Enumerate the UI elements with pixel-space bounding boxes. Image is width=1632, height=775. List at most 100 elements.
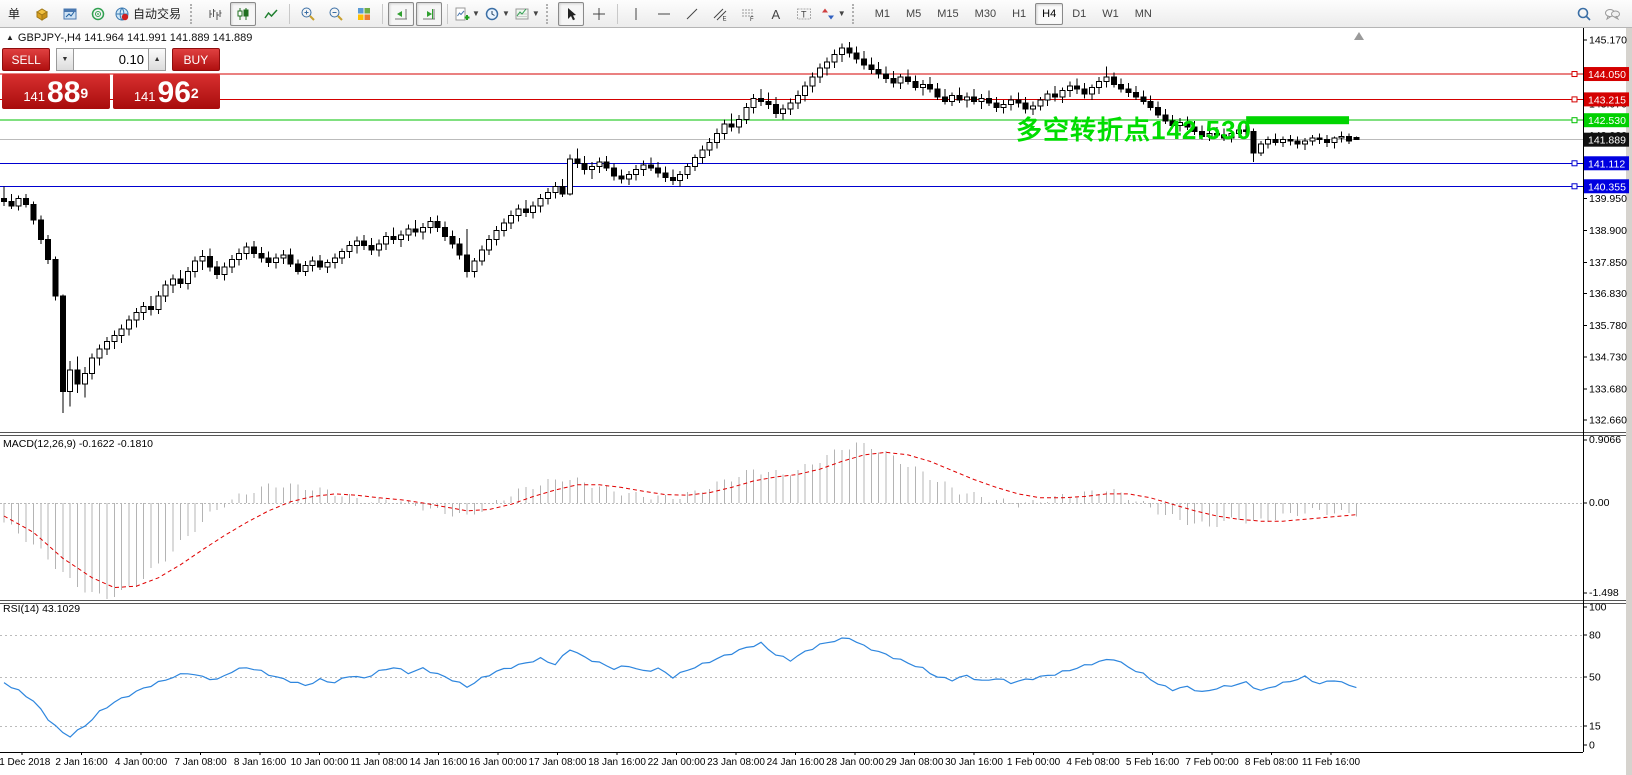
crosshair-button[interactable] xyxy=(586,2,612,26)
time-axis-label: 16 Jan 00:00 xyxy=(469,757,527,768)
one-click-trade-panel: SELL ▼ ▲ BUY 141 88 9 141 96 2 xyxy=(2,48,220,109)
volume-input[interactable] xyxy=(74,48,148,71)
periods-icon xyxy=(484,6,500,22)
chevron-down-icon: ▼ xyxy=(502,9,510,18)
vertical-line-button[interactable] xyxy=(623,2,649,26)
order-cube-button[interactable] xyxy=(29,2,55,26)
navigator-button[interactable] xyxy=(85,2,111,26)
candle-bull xyxy=(185,271,190,283)
tile-windows-icon xyxy=(356,6,372,22)
new-order-button-partial[interactable]: 单 xyxy=(1,2,27,26)
candle-bear xyxy=(1119,85,1124,90)
candle-bear xyxy=(957,95,962,100)
periods-button[interactable]: ▼ xyxy=(483,2,511,26)
price-tick-label: 139.950 xyxy=(1589,193,1627,205)
timeframe-button-d1[interactable]: D1 xyxy=(1065,3,1093,25)
candle-bull xyxy=(494,230,499,239)
candle-bull xyxy=(737,120,742,128)
ask-price-sup: 2 xyxy=(191,74,199,112)
trendline-button[interactable] xyxy=(679,2,705,26)
chart-shift-button[interactable] xyxy=(416,2,442,26)
timeframe-button-w1[interactable]: W1 xyxy=(1095,3,1126,25)
level-handle[interactable] xyxy=(1572,118,1577,123)
arrows-button[interactable]: ▼ xyxy=(819,2,847,26)
indicators-icon xyxy=(454,6,470,22)
level-handle[interactable] xyxy=(1572,161,1577,166)
candle-bear xyxy=(1288,139,1293,141)
candle-bear xyxy=(928,85,933,90)
toolbar-separator xyxy=(382,4,383,24)
timeframe-button-m30[interactable]: M30 xyxy=(968,3,1003,25)
candle-bear xyxy=(1141,97,1146,102)
candle-bull xyxy=(979,98,984,101)
vline-icon xyxy=(628,6,644,22)
candle-bear xyxy=(670,177,675,180)
chart-shift-marker[interactable] xyxy=(1354,32,1364,40)
time-axis-label: 7 Jan 08:00 xyxy=(174,757,227,768)
autotrading-button[interactable]: 自动交易 xyxy=(113,2,185,26)
timeframe-button-mn[interactable]: MN xyxy=(1128,3,1159,25)
horizontal-line-button[interactable] xyxy=(651,2,677,26)
candle-bull xyxy=(538,199,543,207)
buy-button[interactable]: BUY xyxy=(172,48,220,71)
ask-price-box[interactable]: 141 96 2 xyxy=(113,74,221,109)
price-tick-label: 133.680 xyxy=(1589,384,1627,396)
timeframe-button-m5[interactable]: M5 xyxy=(899,3,928,25)
cursor-button[interactable] xyxy=(558,2,584,26)
bid-price-box[interactable]: 141 88 9 xyxy=(2,74,110,109)
candle-bull xyxy=(567,159,572,194)
timeframe-button-m15[interactable]: M15 xyxy=(930,3,965,25)
candle-bull xyxy=(16,199,21,207)
timeframe-button-h4[interactable]: H4 xyxy=(1035,3,1063,25)
price-tick-label: 136.830 xyxy=(1589,288,1627,300)
volume-decrease-button[interactable]: ▼ xyxy=(56,48,74,71)
chart-canvas[interactable]: 145.170144.120143.070142.020141.000139.9… xyxy=(0,0,1632,775)
sell-button[interactable]: SELL xyxy=(2,48,50,71)
fibo-icon: F xyxy=(740,6,756,22)
candle-bear xyxy=(24,199,29,205)
market-watch-icon xyxy=(62,6,78,22)
candle-bear xyxy=(884,74,889,79)
chart-candles-button[interactable] xyxy=(230,2,256,26)
candle-bull xyxy=(163,285,168,296)
candle-bear xyxy=(443,227,448,236)
indicators-button[interactable]: ▼ xyxy=(453,2,481,26)
candle-bull xyxy=(964,97,969,100)
candle-bear xyxy=(847,48,852,53)
zoom-in-button[interactable] xyxy=(295,2,321,26)
text-label-button[interactable]: T xyxy=(791,2,817,26)
market-watch-button[interactable] xyxy=(57,2,83,26)
candle-bear xyxy=(53,259,58,295)
hline-icon xyxy=(656,6,672,22)
text-button[interactable]: A xyxy=(763,2,789,26)
volume-increase-button[interactable]: ▲ xyxy=(148,48,166,71)
level-handle[interactable] xyxy=(1572,184,1577,189)
autoscroll-button[interactable] xyxy=(388,2,414,26)
time-axis-label: 11 Feb 16:00 xyxy=(1302,757,1361,768)
candle-bull xyxy=(692,158,697,167)
fibonacci-button[interactable]: F xyxy=(735,2,761,26)
chart-bars-button[interactable] xyxy=(202,2,228,26)
timeframe-button-m1[interactable]: M1 xyxy=(868,3,897,25)
level-handle[interactable] xyxy=(1572,97,1577,102)
chart-line-button[interactable] xyxy=(258,2,284,26)
macd-label: MACD(12,26,9) -0.1622 -0.1810 xyxy=(3,438,153,450)
candle-bull xyxy=(119,329,124,335)
candle-bull xyxy=(1060,91,1065,97)
chart-candles-icon xyxy=(235,6,251,22)
candle-bull xyxy=(641,165,646,170)
level-handle[interactable] xyxy=(1572,72,1577,77)
zoom-out-button[interactable] xyxy=(323,2,349,26)
chat-button[interactable] xyxy=(1599,2,1625,26)
search-button[interactable] xyxy=(1571,2,1597,26)
time-axis-label: 14 Jan 16:00 xyxy=(410,757,468,768)
chat-icon xyxy=(1604,6,1620,22)
candle-bull xyxy=(788,103,793,109)
rsi-scale-label: 15 xyxy=(1589,721,1601,733)
pivot-zone-rect[interactable] xyxy=(1246,116,1349,124)
equidistant-channel-button[interactable]: E xyxy=(707,2,733,26)
candle-bull xyxy=(920,85,925,88)
timeframe-button-h1[interactable]: H1 xyxy=(1005,3,1033,25)
tile-windows-button[interactable] xyxy=(351,2,377,26)
templates-button[interactable]: ▼ xyxy=(513,2,541,26)
